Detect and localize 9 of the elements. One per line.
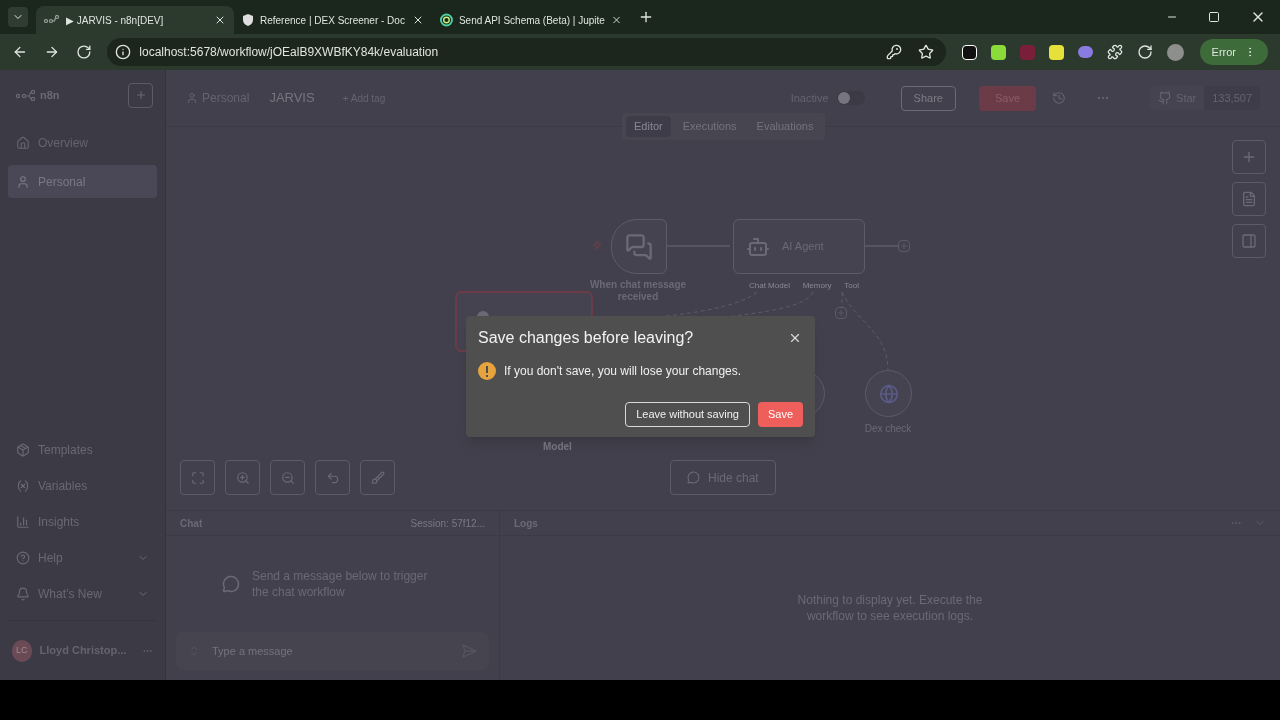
handle-label: Chat Model — [749, 280, 790, 292]
tab-title: ▶ JARVIS - n8n[DEV] — [66, 13, 165, 28]
handle-label: Tool — [844, 280, 859, 292]
tab-title: Reference | DEX Screener - Doc — [260, 13, 406, 28]
url-text: localhost:5678/workflow/jOEalB9XWBfKY84k/evaluation — [139, 44, 440, 61]
dialog-title: Save changes before leaving? — [478, 328, 694, 348]
handle-label: Memory — [802, 280, 832, 292]
tab-title: Send API Schema (Beta) | Jupite — [458, 13, 605, 28]
dialog-message: If you don't save, you will lose your changes. — [504, 363, 742, 380]
